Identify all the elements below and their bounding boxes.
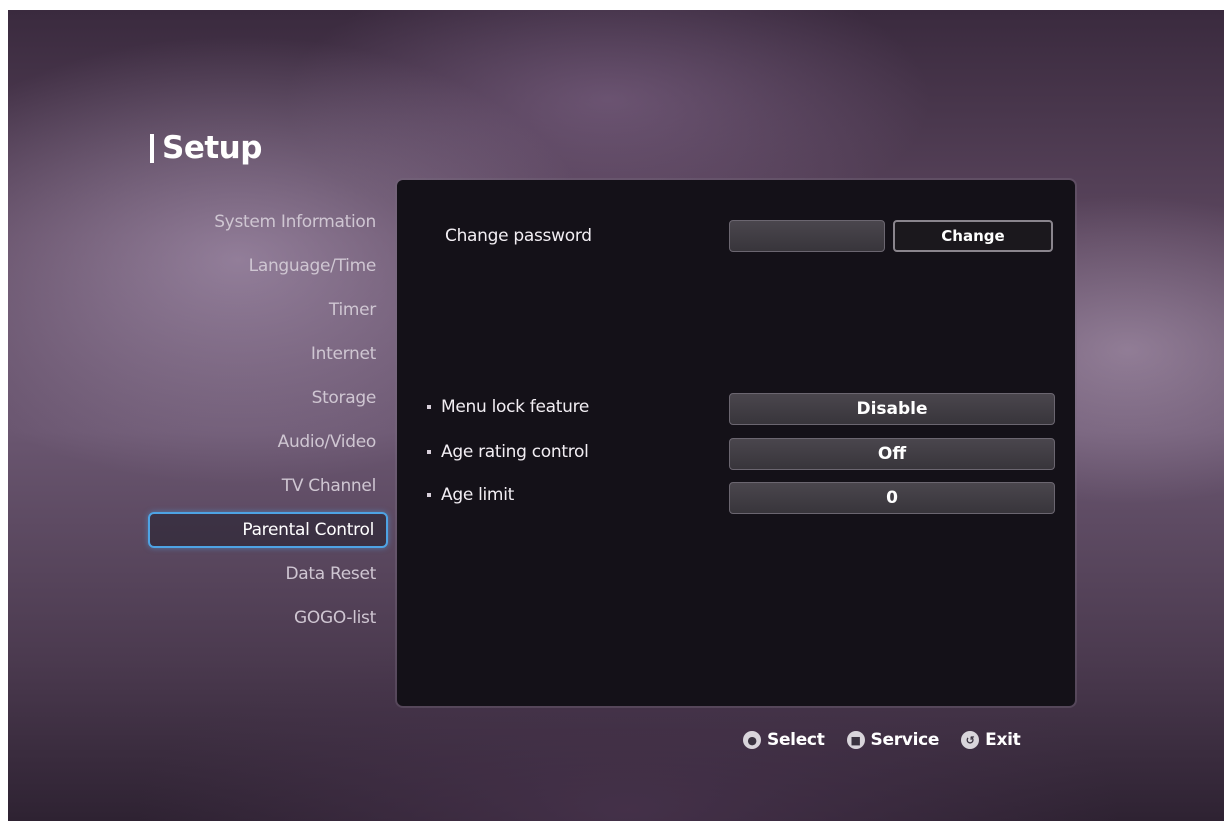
- change-password-button[interactable]: Change: [893, 220, 1053, 252]
- menu-lock-label: Menu lock feature: [427, 397, 589, 417]
- tv-screen: Setup System Information Language/Time T…: [8, 10, 1224, 821]
- button-hints: ● Select ■ Service ↺ Exit: [743, 730, 1042, 750]
- menu-item-gogo-list[interactable]: GOGO-list: [148, 596, 388, 640]
- change-password-label: Change password: [445, 226, 592, 246]
- menu-item-audio-video[interactable]: Audio/Video: [148, 420, 388, 464]
- hint-select-label: Select: [767, 730, 825, 750]
- menu-lock-selector[interactable]: Disable: [729, 393, 1055, 425]
- menu-item-storage[interactable]: Storage: [148, 376, 388, 420]
- parental-control-panel: Change password Change Menu lock feature…: [397, 180, 1075, 706]
- ok-button-icon: ●: [743, 731, 761, 749]
- age-limit-label: Age limit: [427, 485, 514, 505]
- menu-lock-label-text: Menu lock feature: [441, 397, 590, 417]
- age-limit-selector[interactable]: 0: [729, 482, 1055, 514]
- menu-item-system-information[interactable]: System Information: [148, 200, 388, 244]
- age-rating-selector[interactable]: Off: [729, 438, 1055, 470]
- title-marker: [150, 133, 154, 163]
- menu-item-timer[interactable]: Timer: [148, 288, 388, 332]
- age-limit-label-text: Age limit: [441, 485, 514, 505]
- page-title-text: Setup: [162, 130, 262, 166]
- menu-item-data-reset[interactable]: Data Reset: [148, 552, 388, 596]
- back-arrow-icon: ↺: [961, 731, 980, 749]
- setup-menu: System Information Language/Time Timer I…: [148, 200, 388, 640]
- bullet-icon: [427, 450, 431, 454]
- hint-service: ■ Service: [846, 730, 940, 750]
- menu-item-language-time[interactable]: Language/Time: [148, 244, 388, 288]
- stop-button-icon: ■: [846, 731, 865, 749]
- age-rating-label-text: Age rating control: [441, 442, 589, 462]
- hint-exit: ↺ Exit: [961, 730, 1021, 750]
- menu-item-parental-control[interactable]: Parental Control: [148, 512, 388, 548]
- hint-select: ● Select: [743, 730, 825, 750]
- menu-item-internet[interactable]: Internet: [148, 332, 388, 376]
- bullet-icon: [427, 405, 431, 409]
- age-rating-label: Age rating control: [427, 442, 589, 462]
- password-input[interactable]: [729, 220, 885, 252]
- bullet-icon: [427, 493, 431, 497]
- menu-item-tv-channel[interactable]: TV Channel: [148, 464, 388, 508]
- hint-exit-label: Exit: [985, 730, 1021, 750]
- page-title: Setup: [150, 130, 262, 166]
- hint-service-label: Service: [870, 730, 940, 750]
